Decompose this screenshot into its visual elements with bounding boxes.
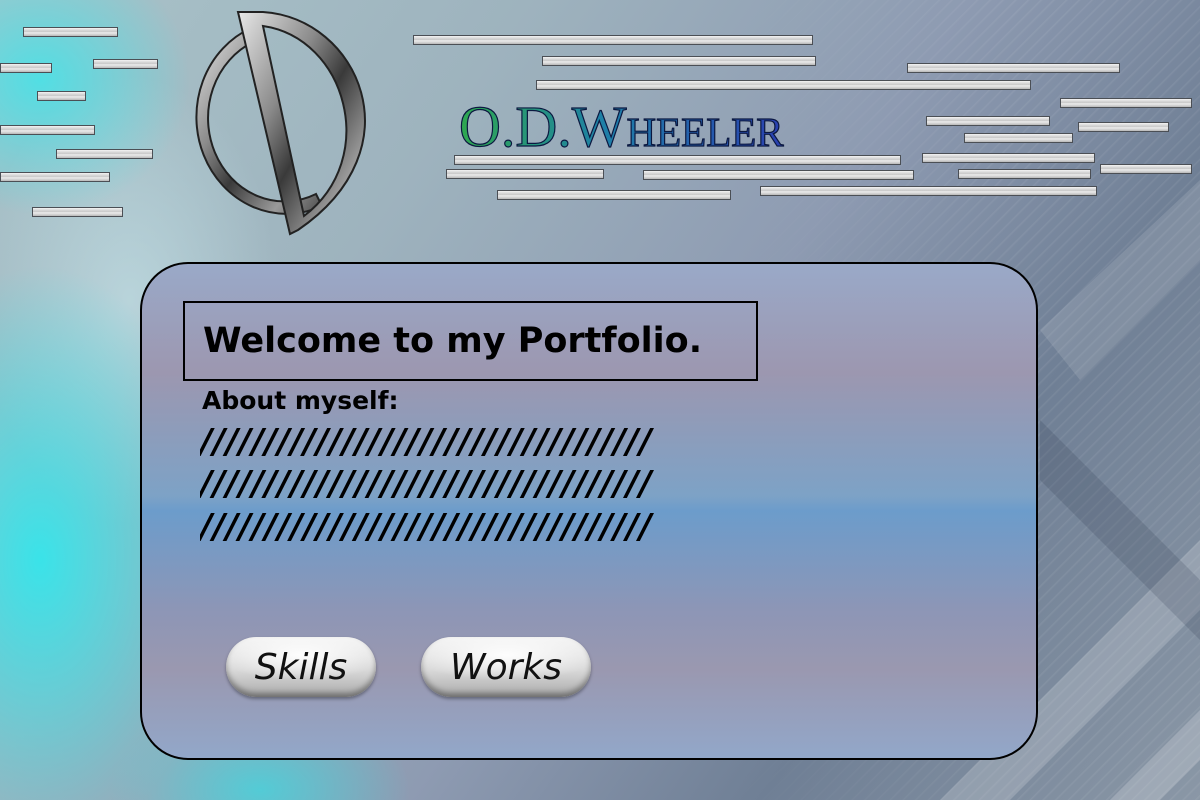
welcome-heading: Welcome to my Portfolio.: [203, 321, 703, 361]
about-label: About myself:: [202, 386, 399, 415]
skills-button[interactable]: Skills: [226, 637, 376, 697]
about-text-line: ///////////////////////////////////: [200, 422, 653, 462]
about-text-line: ///////////////////////////////////: [200, 464, 653, 504]
welcome-box: Welcome to my Portfolio.: [183, 301, 758, 381]
about-text-line: ///////////////////////////////////: [200, 507, 653, 547]
brand-name: O.D.Wheeler: [458, 96, 785, 160]
od-monogram-icon: [195, 11, 366, 236]
brand-name-text: O.D.Wheeler: [459, 96, 784, 159]
works-button[interactable]: Works: [421, 637, 591, 697]
